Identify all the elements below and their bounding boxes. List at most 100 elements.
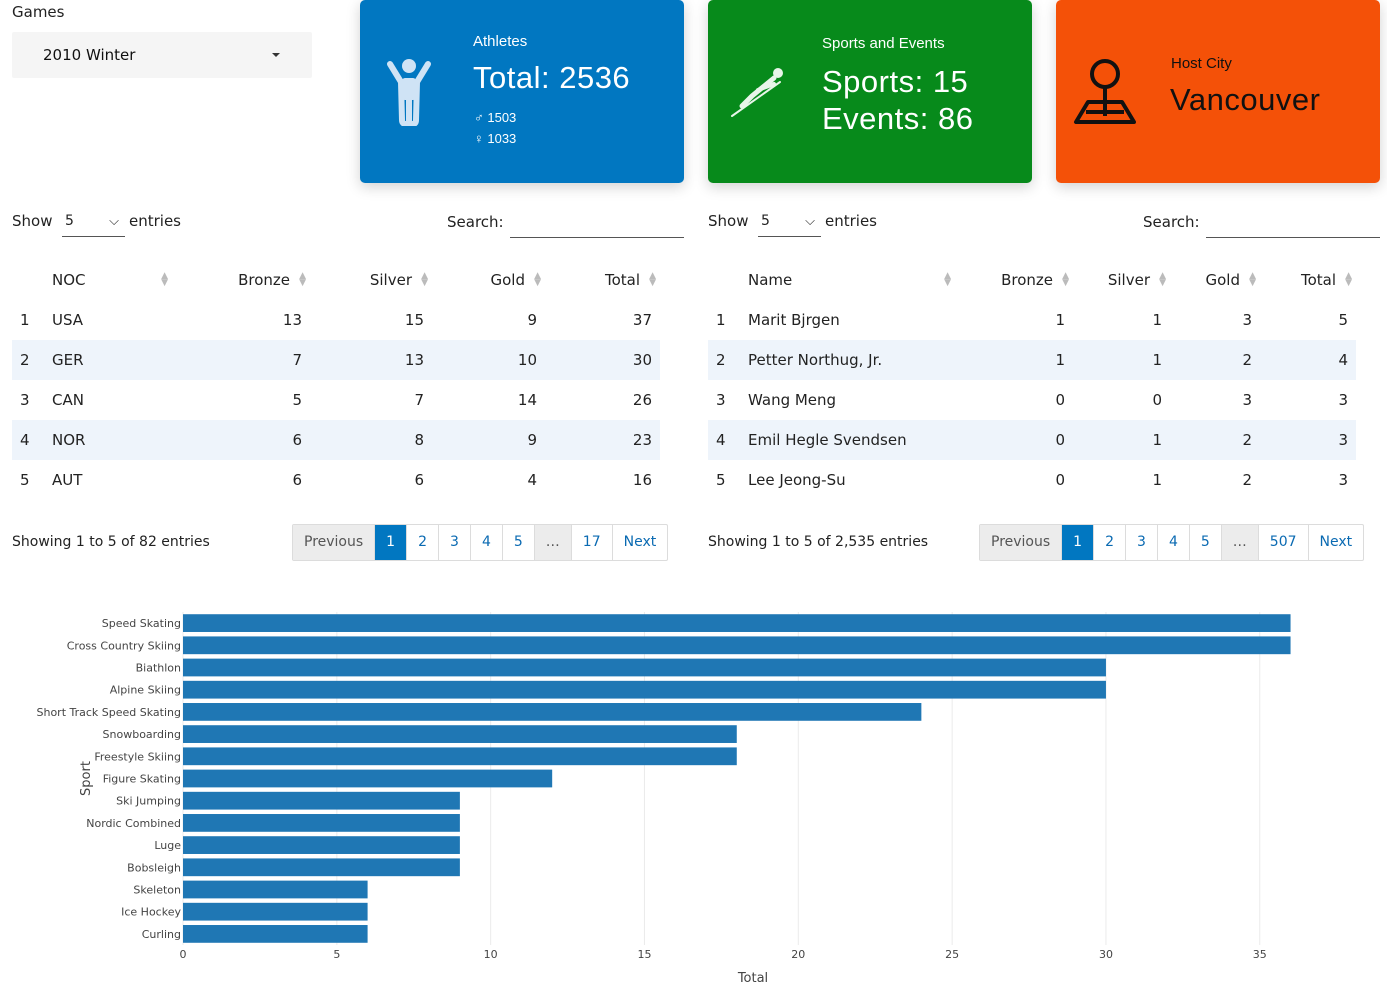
athlete-medal-table-widget: Show 5 ⌵ entries Search: Name ▲ ▼ Bronze … [708, 200, 1380, 570]
sort-icon: ▲ ▼ [1062, 271, 1069, 288]
y-tick-label: Figure Skating [103, 773, 181, 786]
bar [183, 836, 460, 854]
page-button-5[interactable]: 5 [1190, 525, 1222, 560]
table-row[interactable]: 1 USA 13 15 9 37 [12, 300, 660, 340]
page-button-last[interactable]: 17 [572, 525, 613, 560]
table-row[interactable]: 4 Emil Hegle Svendsen 0 1 2 3 [708, 420, 1356, 460]
previous-page-button[interactable]: Previous [293, 525, 376, 560]
page-button-2[interactable]: 2 [1094, 525, 1127, 560]
column-header-gold[interactable]: Gold ▲ ▼ [432, 260, 545, 300]
table-row[interactable]: 5 AUT 6 6 4 16 [12, 460, 660, 500]
noc-cell: AUT [52, 471, 83, 489]
table-row[interactable]: 3 Wang Meng 0 0 3 3 [708, 380, 1356, 420]
chevron-down-icon: ⌵ [109, 214, 119, 229]
column-header-name[interactable]: Name ▲ ▼ [748, 260, 955, 300]
gold-cell: 9 [432, 420, 545, 460]
page-length-value: 5 [65, 213, 74, 229]
athletes-female-count: ♀ 1033 [474, 131, 517, 146]
table-row[interactable]: 2 Petter Northug, Jr. 1 1 2 4 [708, 340, 1356, 380]
page-length-select[interactable]: 5 ⌵ [62, 210, 125, 237]
athletes-title: Athletes [473, 33, 528, 50]
gold-cell: 2 [1170, 340, 1260, 380]
page-button-4[interactable]: 4 [1158, 525, 1190, 560]
show-label: Show [708, 212, 749, 230]
bronze-cell: 13 [282, 311, 302, 329]
row-index: 2 [12, 340, 52, 380]
bar [183, 791, 460, 810]
column-header-silver[interactable]: Silver ▲ ▼ [1073, 260, 1170, 300]
column-header-noc[interactable]: NOC ▲ ▼ [52, 260, 172, 300]
column-header-index [12, 260, 52, 300]
map-pin-icon [1072, 58, 1138, 130]
y-tick-label: Speed Skating [102, 617, 181, 630]
silver-cell: 7 [414, 391, 424, 409]
sort-icon: ▲ ▼ [649, 271, 656, 288]
page-length-select[interactable]: 5 ⌵ [758, 210, 821, 237]
table-row[interactable]: 1 Marit Bjrgen 1 1 3 5 [708, 300, 1356, 340]
search-input[interactable] [1206, 210, 1380, 238]
page-button-last[interactable]: 507 [1259, 525, 1309, 560]
column-header-gold[interactable]: Gold ▲ ▼ [1170, 260, 1260, 300]
column-header-silver[interactable]: Silver ▲ ▼ [310, 260, 432, 300]
gold-cell: 14 [517, 391, 537, 409]
bar-chart-svg: 0 5 10 15 20 25 30 35 Speed Skating Cross Country… [37, 612, 1291, 986]
total-cell: 37 [632, 311, 652, 329]
y-tick-label: Alpine Skiing [110, 684, 181, 697]
total-cell: 4 [1260, 340, 1356, 380]
host-city-title: Host City [1171, 55, 1232, 72]
sort-icon: ▲ ▼ [534, 271, 541, 288]
chevron-down-icon: ⌵ [805, 214, 815, 229]
page-button-4[interactable]: 4 [471, 525, 503, 560]
table-row[interactable]: 4 NOR 6 8 9 23 [12, 420, 660, 460]
y-tick-label: Nordic Combined [86, 817, 181, 830]
silver-cell: 0 [1152, 391, 1162, 409]
y-tick-label: Luge [154, 839, 181, 852]
page-button-3[interactable]: 3 [1126, 525, 1158, 560]
next-page-button[interactable]: Next [1309, 525, 1364, 560]
row-index: 3 [20, 391, 30, 409]
table-info: Showing 1 to 5 of 82 entries [12, 534, 210, 550]
page-button-2[interactable]: 2 [407, 525, 440, 560]
row-index: 4 [708, 420, 748, 460]
person-raising-arms-icon [386, 58, 432, 130]
next-page-button[interactable]: Next [613, 525, 668, 560]
table-row[interactable]: 3 CAN 5 7 14 26 [12, 380, 660, 420]
y-tick-label: Ski Jumping [116, 795, 181, 808]
x-tick-label: 20 [791, 948, 805, 961]
x-tick-label: 30 [1099, 948, 1113, 961]
bar [183, 614, 1291, 632]
athlete-name-cell: Emil Hegle Svendsen [748, 420, 955, 460]
show-label: Show [12, 212, 53, 230]
total-cell: 16 [632, 471, 652, 489]
page-button-3[interactable]: 3 [439, 525, 471, 560]
total-cell: 3 [1338, 391, 1348, 409]
noc-medal-table-widget: Show 5 ⌵ entries Search: NOC ▲ ▼ Bronze ▲… [12, 200, 684, 570]
table-row[interactable]: 2 GER 7 13 10 30 [12, 340, 660, 380]
total-cell: 23 [545, 420, 660, 460]
page-button-1[interactable]: 1 [1062, 525, 1095, 560]
column-header-total[interactable]: Total ▲ ▼ [1260, 260, 1356, 300]
entries-label: entries [825, 212, 877, 230]
column-header-bronze[interactable]: Bronze ▲ ▼ [172, 260, 310, 300]
y-tick-label: Curling [142, 928, 181, 941]
page-button-5[interactable]: 5 [503, 525, 535, 560]
x-tick-label: 25 [945, 948, 959, 961]
noc-medal-table: NOC ▲ ▼ Bronze ▲ ▼ Silver ▲ ▼ Gold ▲ ▼ Total [12, 260, 660, 500]
search-label: Search: [1143, 213, 1200, 231]
table-row[interactable]: 5 Lee Jeong-Su 0 1 2 3 [708, 460, 1356, 500]
sort-icon: ▲ ▼ [944, 271, 951, 288]
sport-totals-chart: 0 5 10 15 20 25 30 35 Speed Skating Cross Country… [0, 590, 1387, 987]
sports-title: Sports and Events [822, 35, 945, 52]
bronze-cell: 5 [292, 391, 302, 409]
sort-icon: ▲ ▼ [1249, 271, 1256, 288]
previous-page-button[interactable]: Previous [980, 525, 1063, 560]
gold-cell: 2 [1242, 471, 1252, 489]
total-cell: 26 [632, 391, 652, 409]
search-input[interactable] [510, 210, 684, 238]
page-button-1[interactable]: 1 [375, 525, 408, 560]
gold-cell: 10 [432, 340, 545, 380]
column-header-bronze[interactable]: Bronze ▲ ▼ [955, 260, 1073, 300]
pagination: Previous 1 2 3 4 5 … 507 Next [979, 524, 1365, 561]
games-select[interactable]: 2010 Winter [12, 32, 312, 78]
column-header-total[interactable]: Total ▲ ▼ [545, 260, 660, 300]
